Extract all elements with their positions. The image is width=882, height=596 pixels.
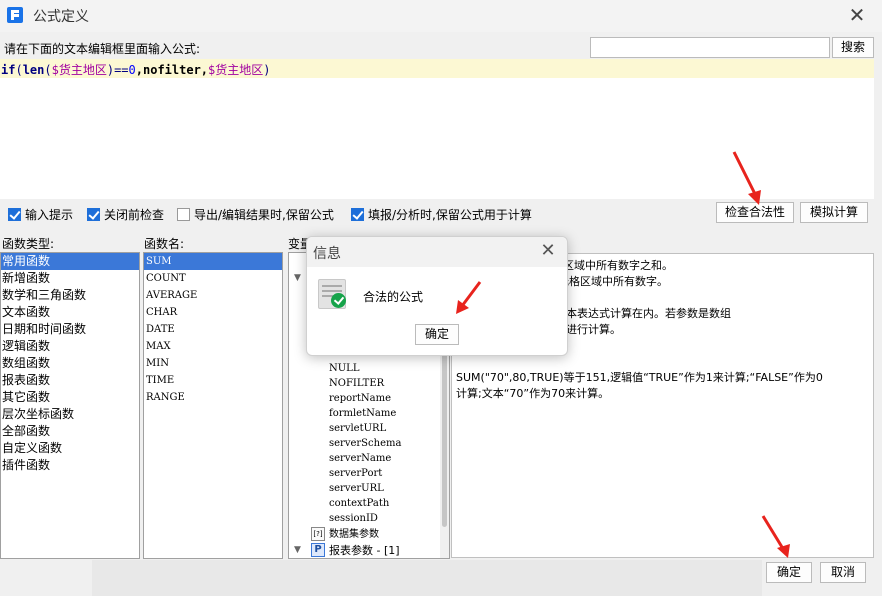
option-keep-formula-export[interactable]: 导出/编辑结果时,保留公式: [177, 207, 334, 222]
func-type-item[interactable]: 数组函数: [1, 355, 139, 372]
func-name-item[interactable]: DATE: [144, 321, 282, 338]
option-input-hint[interactable]: 输入提示: [8, 207, 74, 222]
func-name-item[interactable]: RANGE: [144, 389, 282, 406]
annotation-arrow-icon: [732, 151, 761, 205]
tree-expand-icon[interactable]: ▼: [294, 545, 301, 555]
window-title: 公式定义: [33, 9, 89, 25]
keep-formula-fill-checkbox[interactable]: [351, 207, 364, 221]
func-type-item[interactable]: 常用函数: [1, 253, 139, 270]
variable-item[interactable]: contextPath: [329, 496, 401, 511]
func-name-item[interactable]: MAX: [144, 338, 282, 355]
dataset-param-icon: [?]: [311, 527, 325, 541]
description-line: 计算;文本“70”作为70来计算。: [456, 387, 610, 400]
func-name-item[interactable]: TIME: [144, 372, 282, 389]
formula-token: if: [1, 63, 16, 77]
func-name-item[interactable]: CHAR: [144, 304, 282, 321]
success-check-icon: [331, 293, 346, 308]
description-line: [456, 354, 823, 370]
formula-text: if(len($货主地区)==0,nofilter,$货主地区): [1, 61, 270, 78]
variable-item[interactable]: NULL: [329, 361, 401, 376]
info-dialog-header: [307, 237, 567, 267]
formula-token: 0: [128, 63, 136, 77]
variable-item[interactable]: serverSchema: [329, 436, 401, 451]
func-type-item[interactable]: 数学和三角函数: [1, 287, 139, 304]
formula-token: (: [15, 63, 23, 77]
keep-formula-export-checkbox[interactable]: [177, 207, 190, 221]
ok-button[interactable]: 确定: [766, 562, 812, 583]
description-line: SUM("70",80,TRUE)等于151,逻辑值“TRUE”作为1来计算;“…: [456, 371, 823, 384]
func-type-item[interactable]: 报表函数: [1, 372, 139, 389]
func-name-item[interactable]: COUNT: [144, 270, 282, 287]
formula-token: (: [44, 63, 52, 77]
func-type-label: 函数类型:: [2, 237, 55, 251]
info-dialog-title: 信息: [313, 246, 341, 262]
func-type-item[interactable]: 层次坐标函数: [1, 406, 139, 423]
report-param-icon: P: [311, 543, 325, 557]
info-dialog-message: 合法的公式: [363, 290, 424, 304]
formula-token: len: [22, 63, 45, 77]
func-type-item[interactable]: 其它函数: [1, 389, 139, 406]
formula-token: ==: [114, 63, 129, 77]
close-icon[interactable]: ✕: [846, 4, 868, 26]
editor-prompt: 请在下面的文本编辑框里面输入公式:: [4, 42, 201, 56]
func-name-item[interactable]: MIN: [144, 355, 282, 372]
input-hint-label: 输入提示: [25, 207, 74, 222]
keep-formula-fill-label: 填报/分析时,保留公式用于计算: [368, 207, 532, 222]
app-logo-icon: [7, 7, 23, 23]
formula-token: $货主地区: [208, 63, 264, 77]
formula-token: $货主地区: [51, 63, 107, 77]
variable-items: NULL NOFILTER reportName formletName servlet…: [329, 361, 401, 526]
func-type-item[interactable]: 文本函数: [1, 304, 139, 321]
variable-item[interactable]: serverName: [329, 451, 401, 466]
simulate-button[interactable]: 模拟计算: [800, 202, 868, 223]
func-type-list[interactable]: 常用函数 新增函数 数学和三角函数 文本函数 日期和时间函数 逻辑函数 数组函数 报表函数 其它…: [0, 252, 140, 559]
search-button[interactable]: 搜索: [832, 37, 874, 58]
func-name-label: 函数名:: [144, 237, 185, 251]
func-type-item[interactable]: 插件函数: [1, 457, 139, 474]
formula-token: ): [106, 63, 115, 77]
tree-report-params[interactable]: 报表参数 - [1]: [329, 543, 400, 558]
func-name-list[interactable]: SUM COUNT AVERAGE CHAR DATE MAX MIN TIME RANGE: [143, 252, 283, 559]
func-type-item[interactable]: 自定义函数: [1, 440, 139, 457]
variable-item[interactable]: serverPort: [329, 466, 401, 481]
annotation-arrow-icon: [761, 515, 790, 558]
variable-item[interactable]: servletURL: [329, 421, 401, 436]
keep-formula-export-label: 导出/编辑结果时,保留公式: [194, 207, 334, 222]
check-before-close-label: 关闭前检查: [104, 207, 165, 222]
variable-item[interactable]: formletName: [329, 406, 401, 421]
func-type-item[interactable]: 日期和时间函数: [1, 321, 139, 338]
func-name-item[interactable]: AVERAGE: [144, 287, 282, 304]
tree-collapse-icon[interactable]: ▼: [294, 273, 301, 283]
func-name-item[interactable]: SUM: [144, 253, 282, 270]
tree-dataset-params[interactable]: 数据集参数: [329, 527, 379, 542]
info-dialog: 信息 ✕ 合法的公式 确定: [306, 236, 568, 356]
func-type-item[interactable]: 全部函数: [1, 423, 139, 440]
annotation-arrow-icon: [456, 281, 482, 314]
formula-token: ,nofilter,: [135, 63, 209, 77]
variable-item[interactable]: sessionID: [329, 511, 401, 526]
func-type-item[interactable]: 逻辑函数: [1, 338, 139, 355]
info-dialog-ok-button[interactable]: 确定: [415, 324, 459, 345]
func-type-item[interactable]: 新增函数: [1, 270, 139, 287]
formula-token: ): [263, 63, 271, 77]
close-icon[interactable]: ✕: [537, 240, 559, 262]
option-check-before-close[interactable]: 关闭前检查: [87, 207, 165, 222]
input-hint-checkbox[interactable]: [8, 207, 21, 221]
footer-bar: [92, 560, 762, 596]
search-input[interactable]: [590, 37, 830, 58]
variable-item[interactable]: reportName: [329, 391, 401, 406]
variable-item[interactable]: serverURL: [329, 481, 401, 496]
cancel-button[interactable]: 取消: [820, 562, 866, 583]
check-before-close-checkbox[interactable]: [87, 207, 100, 221]
title-bar: [0, 0, 882, 32]
variable-item[interactable]: NOFILTER: [329, 376, 401, 391]
option-keep-formula-fill[interactable]: 填报/分析时,保留公式用于计算: [351, 207, 532, 222]
